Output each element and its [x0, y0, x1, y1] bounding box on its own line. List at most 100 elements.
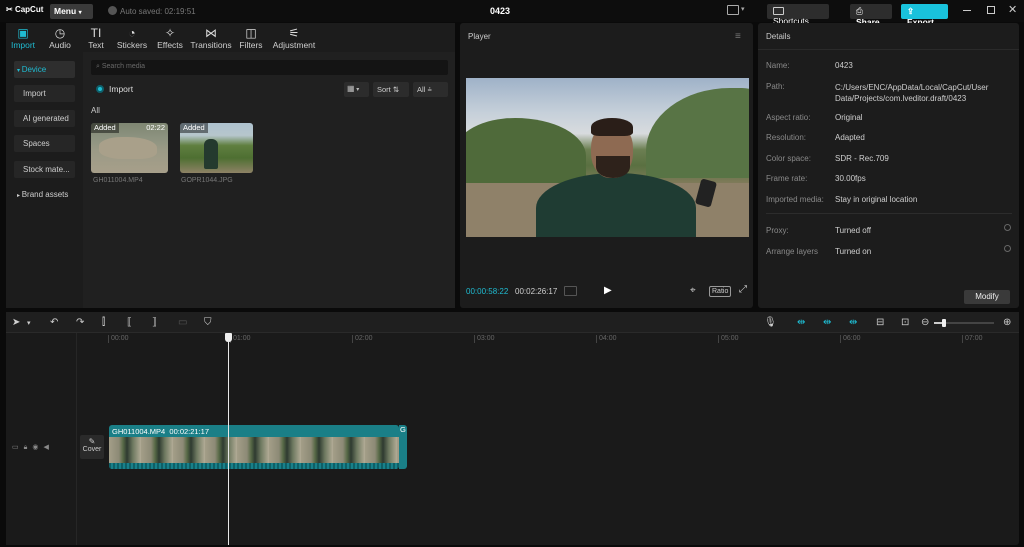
- minimize-icon[interactable]: [963, 10, 971, 11]
- zoom-slider[interactable]: [934, 319, 994, 327]
- app-logo: ✂ CapCut: [6, 5, 44, 14]
- media-item-photo[interactable]: Added: [180, 123, 253, 173]
- timeline-grid-icon[interactable]: [564, 286, 577, 296]
- select-cursor-icon[interactable]: ➤: [12, 317, 20, 328]
- tab-label: Text: [88, 40, 104, 50]
- magnet-link-icon[interactable]: ⇹: [797, 317, 805, 328]
- maximize-icon[interactable]: [987, 6, 995, 14]
- shield-icon[interactable]: ⛉: [204, 317, 212, 328]
- sidebar-item-ai-generated[interactable]: AI generated: [14, 110, 75, 127]
- thumb-person: [204, 139, 218, 169]
- modify-button[interactable]: Modify: [964, 290, 1010, 304]
- zoom-slider-thumb[interactable]: [942, 319, 946, 327]
- track-controls: ▭🔒︎◉◀: [12, 443, 54, 452]
- clip-thumbnails: [109, 437, 399, 463]
- layout-icon[interactable]: [727, 5, 739, 15]
- video-hill-left: [466, 118, 586, 188]
- linkage-icon[interactable]: ⇹: [849, 317, 857, 328]
- cover-button[interactable]: ✎ Cover: [80, 435, 104, 459]
- total-time: 00:02:26:17: [515, 287, 558, 296]
- tab-label: Stickers: [116, 40, 148, 50]
- chevron-down-icon[interactable]: ▾: [27, 319, 31, 327]
- tab-audio[interactable]: ◷ Audio: [42, 26, 78, 50]
- video-beard: [596, 156, 630, 178]
- zoom-in-icon[interactable]: ⊕: [1003, 317, 1011, 328]
- video-hair: [591, 118, 633, 136]
- audio-icon[interactable]: ◀: [43, 444, 53, 451]
- sidebar-item-label: AI generated: [23, 114, 69, 123]
- clip-label: GH011004.MP4 00:02:21:17: [112, 427, 210, 436]
- ruler-label: 05:00: [721, 335, 739, 342]
- chevron-down-icon[interactable]: ▾: [741, 5, 745, 13]
- close-icon[interactable]: ✕: [1008, 3, 1017, 16]
- video-clip[interactable]: GH011004.MP4 00:02:21:17: [109, 425, 399, 469]
- detail-value: C:/Users/ENC/AppData/Local/CapCut/User D…: [835, 83, 989, 103]
- trim-right-icon[interactable]: ⟧: [152, 317, 157, 328]
- shortcuts-button[interactable]: Shortcuts: [767, 4, 829, 26]
- sidebar-item-brand-assets[interactable]: ▸ Brand assets: [14, 186, 75, 203]
- player-menu-icon[interactable]: ≡: [735, 31, 741, 42]
- export-button[interactable]: ⇪ Export: [901, 4, 948, 27]
- ruler-label: 00:00: [111, 335, 129, 342]
- media-filename: GOPR1044.JPG: [181, 177, 233, 184]
- sidebar-item-spaces[interactable]: Spaces: [14, 135, 75, 152]
- ruler-tick: [718, 335, 719, 343]
- playhead-line[interactable]: [228, 340, 229, 545]
- track-header-column: [6, 333, 77, 545]
- transitions-icon: ⋈: [205, 26, 217, 40]
- auto-snap-icon[interactable]: ⇹: [823, 317, 831, 328]
- search-input[interactable]: ⌕ Search media: [91, 60, 448, 75]
- undo-icon[interactable]: ↶: [50, 317, 58, 328]
- fullscreen-icon[interactable]: ⤢: [739, 284, 747, 295]
- ratio-button[interactable]: Ratio: [709, 286, 732, 297]
- tab-transitions[interactable]: ⋈ Transitions: [190, 26, 232, 50]
- delete-icon[interactable]: ▭: [178, 317, 187, 328]
- play-icon[interactable]: ▶: [604, 285, 612, 296]
- preview-axis-icon[interactable]: ⊡: [901, 317, 909, 328]
- text-icon: TI: [90, 26, 102, 40]
- detail-key: Path:: [766, 82, 785, 91]
- tab-effects[interactable]: ✧ Effects: [151, 26, 189, 50]
- adjustment-icon: ⚟: [288, 26, 300, 40]
- microphone-icon[interactable]: 🎙: [764, 317, 777, 328]
- sidebar-item-import[interactable]: Import: [14, 85, 75, 102]
- redo-icon[interactable]: ↷: [76, 317, 84, 328]
- sidebar-item-label: Spaces: [23, 139, 50, 148]
- filter-button[interactable]: All ⩮: [413, 82, 448, 97]
- details-divider: [766, 213, 1012, 214]
- ruler-label: 04:00: [599, 335, 617, 342]
- detail-key: Frame rate:: [766, 174, 808, 183]
- tab-label: Import: [10, 40, 36, 50]
- tab-import[interactable]: ▣ Import: [5, 26, 41, 50]
- video-person: [536, 173, 696, 237]
- tab-filters[interactable]: ◫ Filters: [232, 26, 270, 50]
- share-button[interactable]: ⎙ Share: [850, 4, 892, 27]
- split-icon[interactable]: ⫿: [102, 317, 105, 328]
- ruler-tick: [596, 335, 597, 343]
- sort-button[interactable]: Sort ⇅: [373, 82, 409, 97]
- align-icon[interactable]: ⊟: [876, 317, 884, 328]
- view-toggle-button[interactable]: ▦ ▾: [344, 82, 369, 97]
- eye-icon[interactable]: ◉: [32, 444, 43, 451]
- tab-text[interactable]: TI Text: [78, 26, 114, 50]
- detail-value: Original: [835, 113, 863, 122]
- ruler-label: 06:00: [843, 335, 861, 342]
- video-preview: [466, 78, 749, 237]
- import-button[interactable]: Import: [96, 84, 133, 94]
- video-clip-next[interactable]: G: [399, 425, 407, 469]
- media-item-video[interactable]: Added 02:22: [91, 123, 168, 173]
- tab-stickers[interactable]: ◔ Stickers: [113, 26, 151, 50]
- tab-adjustment[interactable]: ⚟ Adjustment: [272, 26, 316, 50]
- zoom-out-icon[interactable]: ⊖: [921, 317, 929, 328]
- info-icon[interactable]: [1004, 224, 1011, 231]
- toolbar-divider: [6, 332, 1019, 333]
- track-display-icon[interactable]: ▭: [12, 444, 24, 451]
- info-icon[interactable]: [1004, 245, 1011, 252]
- trim-left-icon[interactable]: ⟦: [127, 317, 132, 328]
- project-name[interactable]: 0423: [470, 6, 530, 16]
- focus-icon[interactable]: ⌖: [690, 285, 696, 296]
- ruler-label: 07:00: [965, 335, 983, 342]
- sidebar-item-device[interactable]: ▾ Device: [14, 61, 75, 78]
- sidebar-item-stock-mate-[interactable]: Stock mate...: [14, 161, 75, 178]
- menu-button[interactable]: Menu ▾: [50, 4, 93, 19]
